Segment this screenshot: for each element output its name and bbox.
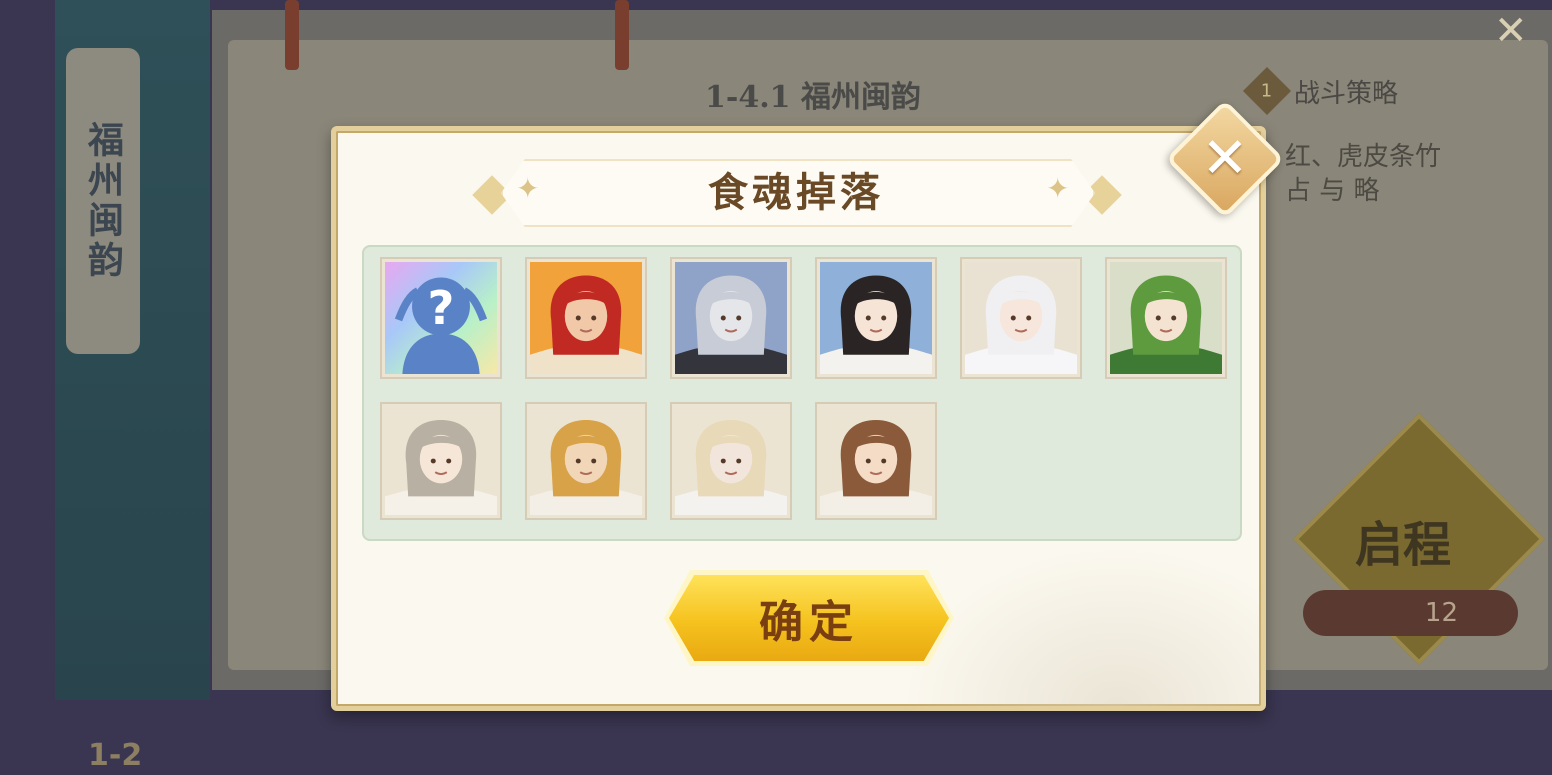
tag-number-badge: 1 — [1242, 66, 1292, 116]
soul-portrait — [1110, 262, 1222, 374]
chapter-banner: 福州闽韵 — [66, 48, 140, 354]
soul-card-silver-hat-soul[interactable] — [670, 257, 792, 379]
soul-card-red-hair-soul[interactable] — [525, 257, 647, 379]
question-mark-icon: ? — [428, 281, 455, 335]
soul-card-unknown-soul[interactable]: ? — [380, 257, 502, 379]
soul-portrait — [965, 262, 1077, 374]
soul-card-straw-hat-soul[interactable] — [670, 402, 792, 520]
background-close-icon: ✕ — [1494, 8, 1528, 54]
strategy-tag: 1 战斗策略 — [1242, 66, 1510, 116]
soul-card-black-hair-soul[interactable] — [815, 257, 937, 379]
stage-description: 红、虎皮条竹 占 与 略 — [1285, 142, 1442, 206]
scroll-hanger — [615, 0, 629, 70]
soul-portrait — [820, 407, 932, 515]
modal-title: 食魂掉落 — [708, 169, 884, 216]
soul-card-blond-warrior-soul[interactable] — [525, 402, 647, 520]
tag-label: 战斗策略 — [1294, 78, 1399, 109]
stage-code: 1-2 — [88, 738, 143, 773]
soul-card-flower-girl-soul[interactable] — [380, 402, 502, 520]
stage-title: 1-4.1 福州闽韵 — [705, 80, 921, 115]
stamina-cost: 12 — [1303, 590, 1518, 636]
drop-modal: ✦ ✦ 食魂掉落 ? 确定 — [331, 126, 1266, 711]
chapter-banner-text: 福州闽韵 — [82, 121, 124, 281]
soul-portrait — [820, 262, 932, 374]
scroll-hanger — [285, 0, 299, 70]
soul-card-green-umbrella-soul[interactable] — [1105, 257, 1227, 379]
confirm-button-label: 确定 — [759, 597, 859, 648]
close-icon[interactable]: ✕ — [1183, 117, 1267, 201]
soul-card-white-hair-soul[interactable] — [960, 257, 1082, 379]
unknown-portrait: ? — [385, 262, 497, 374]
start-button-label: 启程 — [1355, 517, 1452, 573]
drop-list: ? — [362, 245, 1242, 541]
soul-card-brown-hair-soul[interactable] — [815, 402, 937, 520]
soul-portrait — [675, 407, 787, 515]
modal-decoration — [901, 546, 1261, 706]
soul-portrait — [385, 407, 497, 515]
soul-portrait — [530, 407, 642, 515]
soul-portrait — [675, 262, 787, 374]
confirm-button[interactable]: 确定 — [669, 575, 949, 661]
soul-portrait — [530, 262, 642, 374]
